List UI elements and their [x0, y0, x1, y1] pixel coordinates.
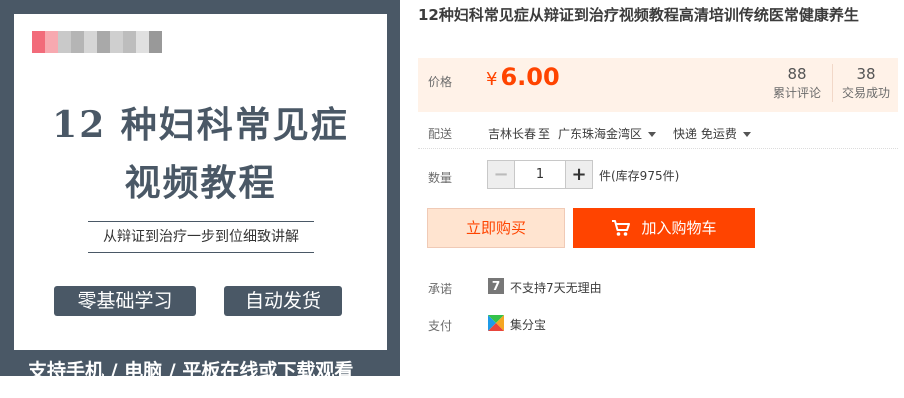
image-badge-beginner: 零基础学习	[54, 286, 196, 316]
deals-count: 38	[856, 65, 876, 83]
price-value: ¥6.00	[486, 63, 560, 91]
ship-from: 吉林长春	[488, 127, 537, 141]
shipping-method-select[interactable]: 快递 免运费	[673, 125, 751, 142]
promise-text[interactable]: 不支持7天无理由	[510, 279, 602, 296]
price-panel: 价格 ¥6.00 88 累计评论 38 交易成功	[418, 58, 898, 112]
promise-label: 承诺	[428, 282, 453, 296]
quantity-stepper: − +	[487, 160, 593, 189]
payment-label: 支付	[428, 319, 453, 333]
decrease-quantity-button[interactable]: −	[488, 161, 515, 188]
image-title-line2: 视频教程	[124, 162, 277, 204]
jifenbao-icon	[488, 315, 504, 331]
ship-destination-select[interactable]: 广东珠海金湾区	[558, 125, 657, 142]
blur-tile	[32, 31, 45, 53]
blur-tile	[97, 31, 110, 53]
price-label: 价格	[428, 75, 453, 89]
deals-stat: 38 交易成功	[832, 64, 899, 102]
ship-to-word: 至	[538, 127, 551, 141]
blur-tile	[84, 31, 97, 53]
currency-symbol: ¥	[486, 69, 498, 90]
blur-tile	[71, 31, 84, 53]
add-to-cart-label: 加入购物车	[641, 219, 717, 237]
blurred-logo	[32, 31, 162, 53]
quantity-input[interactable]	[515, 161, 565, 188]
price-amount: 6.00	[500, 63, 560, 91]
shipping-label: 配送	[428, 127, 453, 141]
image-footer-text: 支持手机 / 电脑 / 平板在线或下载观看	[28, 360, 354, 376]
ship-destination: 广东珠海金湾区	[558, 127, 643, 141]
reviews-stat[interactable]: 88 累计评论	[764, 64, 830, 102]
blur-tile	[45, 31, 58, 53]
product-image-card: 12 种妇科常见症 视频教程 从辩证到治疗一步到位细致讲解 零基础学习 自动发货	[14, 14, 387, 350]
seven-day-return-icon: 7	[488, 278, 504, 294]
blur-tile	[149, 31, 162, 53]
blur-tile	[58, 31, 71, 53]
deals-label: 交易成功	[841, 86, 890, 100]
payment-method: 集分宝	[510, 318, 547, 332]
blur-tile	[110, 31, 123, 53]
chevron-down-icon	[742, 132, 751, 137]
blur-tile	[123, 31, 136, 53]
increase-quantity-button[interactable]: +	[565, 161, 592, 188]
image-badge-auto-delivery: 自动发货	[224, 286, 342, 316]
add-to-cart-button[interactable]: 加入购物车	[573, 208, 755, 248]
stock-info: 件(库存975件)	[599, 169, 680, 183]
reviews-count: 88	[787, 65, 807, 83]
quantity-label: 数量	[428, 171, 453, 185]
product-title: 12种妇科常见症从辩证到治疗视频教程高清培训传统医常健康养生	[418, 6, 859, 24]
divider	[418, 148, 898, 149]
chevron-down-icon	[648, 132, 657, 137]
shopping-cart-icon	[611, 219, 631, 237]
shipping-method: 快递 免运费	[673, 127, 737, 141]
buy-now-button[interactable]: 立即购买	[427, 208, 565, 248]
image-title-line1: 12 种妇科常见症	[52, 104, 349, 146]
product-image[interactable]: 12 种妇科常见症 视频教程 从辩证到治疗一步到位细致讲解 零基础学习 自动发货…	[0, 0, 400, 376]
reviews-label: 累计评论	[772, 86, 821, 100]
image-subtitle: 从辩证到治疗一步到位细致讲解	[88, 221, 314, 253]
blur-tile	[136, 31, 149, 53]
